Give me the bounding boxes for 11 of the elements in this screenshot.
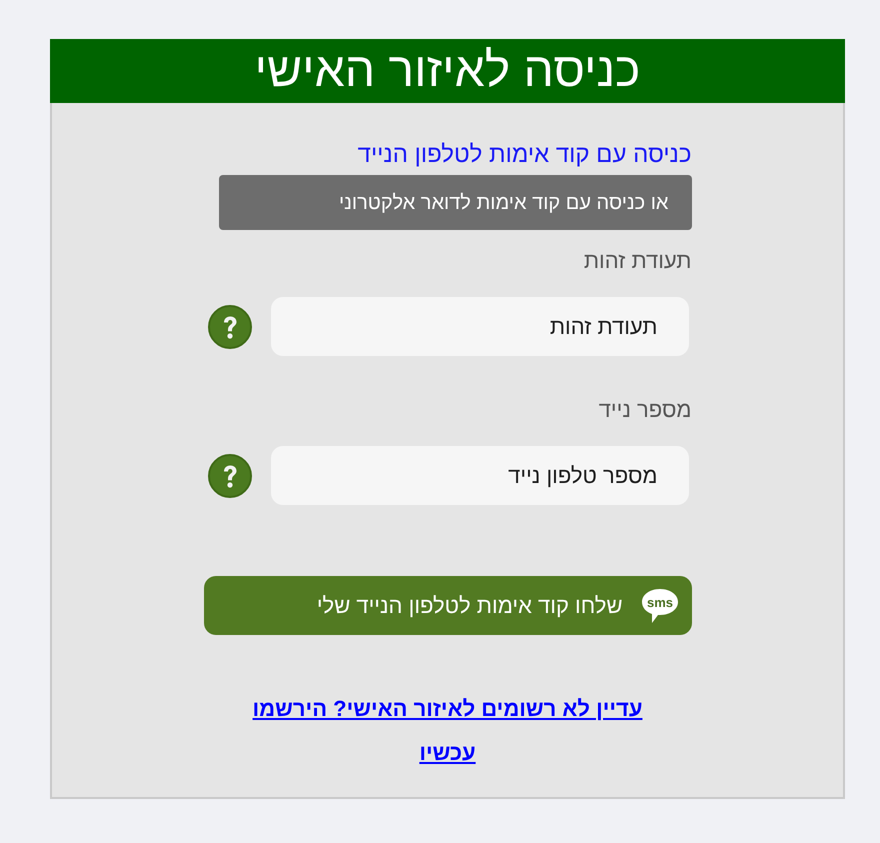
page-title: כניסה לאיזור האישי xyxy=(254,43,640,99)
switch-method-button[interactable]: או כניסה עם קוד אימות לדואר אלקטרוני xyxy=(218,175,692,230)
sms-bubble-icon: sms xyxy=(640,588,678,624)
field-label: תעודת זהות xyxy=(582,248,692,274)
help-icon[interactable] xyxy=(208,304,252,348)
field-label: מספר נייד xyxy=(598,397,692,423)
help-icon[interactable] xyxy=(208,454,252,498)
text-input[interactable]: מספר טלפון נייד xyxy=(270,446,688,505)
register-link[interactable]: עדיין לא רשומים לאיזור האישי? הירשמו עכשיו xyxy=(228,687,668,775)
login-method-title: כניסה עם קוד אימות לטלפון הנייד xyxy=(356,141,692,169)
text-input[interactable]: תעודת זהות xyxy=(270,297,688,356)
